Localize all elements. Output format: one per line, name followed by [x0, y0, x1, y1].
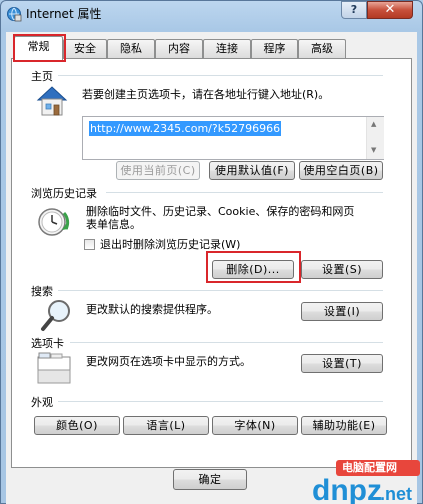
scroll-up-icon[interactable]: ▲ [371, 120, 376, 128]
watermark-tag: 电脑配置网 [342, 461, 397, 474]
window-title: Internet 属性 [26, 7, 102, 21]
search-section-label: 搜索 [31, 285, 53, 298]
search-settings-button[interactable]: 设置(I) [301, 302, 383, 321]
search-description: 更改默认的搜索提供程序。 [86, 303, 218, 316]
use-default-button[interactable]: 使用默认值(F) [209, 161, 295, 180]
history-description-line1: 删除临时文件、历史记录、Cookie、保存的密码和网页 [86, 205, 355, 218]
tab-advanced[interactable]: 高级 [298, 39, 346, 58]
help-button[interactable]: ? [341, 1, 367, 19]
tab-content[interactable]: 内容 [155, 39, 203, 58]
tab-connections[interactable]: 连接 [203, 39, 251, 58]
ok-button[interactable]: 确定 [173, 469, 247, 490]
use-current-button[interactable]: 使用当前页(C) [116, 161, 200, 180]
tabbed-window-icon [37, 352, 71, 384]
tabs-section-label: 选项卡 [31, 337, 64, 350]
search-separator [58, 290, 383, 291]
tab-security[interactable]: 安全 [63, 39, 107, 58]
history-section-label: 浏览历史记录 [31, 187, 97, 200]
delete-on-exit-label[interactable]: 退出时删除浏览历史记录(W) [100, 238, 240, 252]
tabs-section-separator [70, 342, 383, 343]
watermark-logo: dnpz .net 电脑配置网 [292, 458, 423, 504]
appearance-separator [58, 401, 383, 402]
tabs-settings-button[interactable]: 设置(T) [301, 354, 383, 373]
tab-highlight-box [13, 34, 66, 62]
svg-text:dnpz: dnpz [312, 474, 382, 504]
history-separator [106, 192, 383, 193]
homepage-description: 若要创建主页选项卡，请在各地址行键入地址(R)。 [82, 88, 330, 101]
colors-button[interactable]: 颜色(O) [34, 416, 120, 435]
use-blank-button[interactable]: 使用空白页(B) [299, 161, 383, 180]
homepage-section-label: 主页 [31, 70, 53, 83]
history-clock-icon [38, 208, 70, 236]
close-button[interactable]: ✕ [367, 1, 413, 19]
internet-options-icon [7, 7, 22, 22]
homepage-field-scrollbar[interactable]: ▲ ▼ [366, 117, 384, 159]
delete-on-exit-checkbox[interactable] [84, 239, 95, 250]
history-settings-button[interactable]: 设置(S) [301, 260, 383, 279]
accessibility-button[interactable]: 辅助功能(E) [301, 416, 387, 435]
delete-button-highlight-box [206, 251, 301, 283]
tab-privacy[interactable]: 隐私 [107, 39, 155, 58]
homepage-separator [58, 75, 383, 76]
magnifier-icon [41, 300, 70, 331]
svg-text:.net: .net [380, 484, 412, 504]
homepage-url-text: http://www.2345.com/?k52796966 [89, 121, 282, 136]
fonts-button[interactable]: 字体(N) [212, 416, 298, 435]
languages-button[interactable]: 语言(L) [123, 416, 209, 435]
tabs-description: 更改网页在选项卡中显示的方式。 [86, 355, 251, 368]
history-description-line2: 表单信息。 [86, 218, 141, 231]
house-icon [36, 86, 68, 116]
appearance-section-label: 外观 [31, 396, 53, 409]
tab-programs[interactable]: 程序 [251, 39, 298, 58]
scroll-down-icon[interactable]: ▼ [371, 146, 376, 154]
